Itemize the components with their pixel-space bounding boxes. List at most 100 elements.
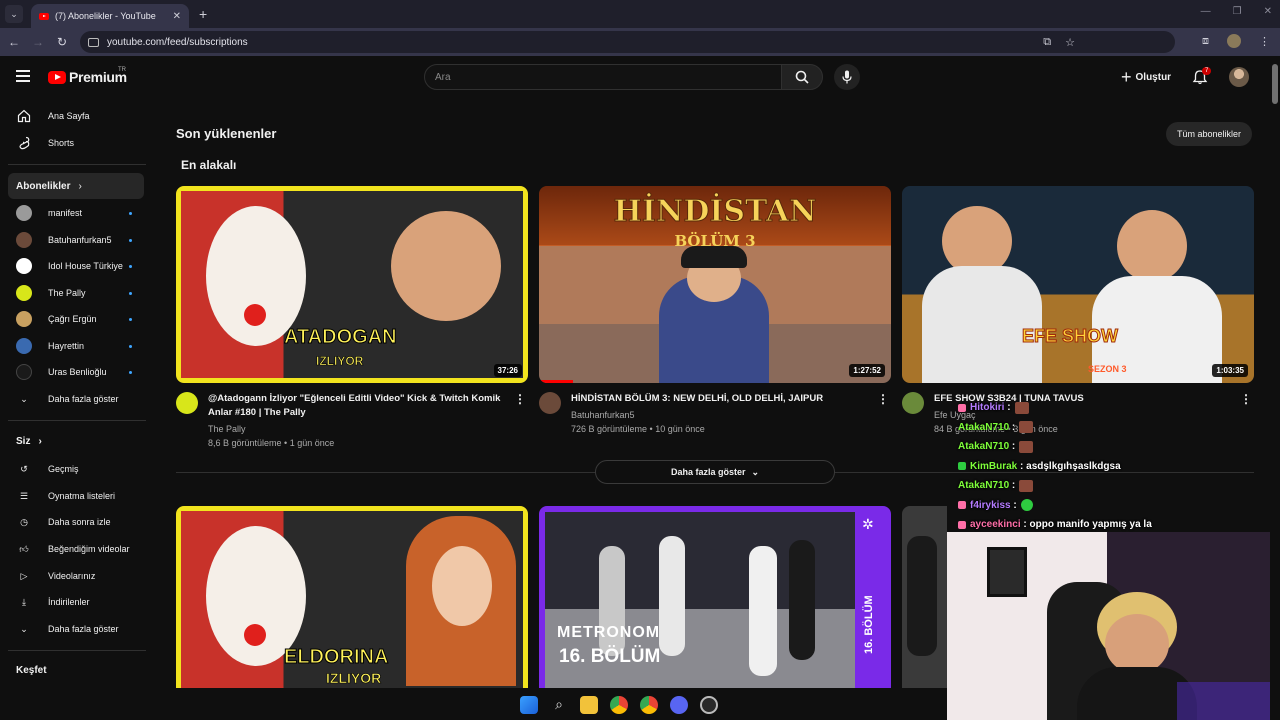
sidebar-you-heading[interactable]: Siz › [16,436,42,447]
sidebar-item-playlists[interactable]: ☰ Oynatma listeleri [8,483,144,509]
sidebar-item-watch-later[interactable]: ◷ Daha sonra izle [8,509,144,535]
channel-avatar[interactable] [539,392,561,414]
sidebar-divider [8,164,146,165]
app-icon[interactable] [700,696,718,714]
video-thumbnail[interactable]: ELDORINA IZLIYOR [176,506,528,688]
url-text: youtube.com/feed/subscriptions [107,36,248,48]
chrome-icon[interactable] [640,696,658,714]
sidebar-item-home[interactable]: Ana Sayfa [8,103,144,129]
search-button[interactable] [781,64,823,90]
page-scrollbar[interactable] [1270,56,1280,720]
sidebar-channel-batuhanfurkan5[interactable]: Batuhanfurkan5 [8,227,144,253]
all-subscriptions-button[interactable]: Tüm abonelikler [1166,122,1253,146]
sidebar-channel-the-pally[interactable]: The Pally [8,280,144,306]
close-window-icon[interactable]: ✕ [1264,6,1272,17]
site-info-icon[interactable] [88,37,99,47]
sidebar-show-more-subs[interactable]: ⌄ Daha fazla göster [8,386,144,412]
new-content-dot [129,239,132,242]
new-content-dot [129,345,132,348]
thumbnail-text: HİNDİSTAN [613,194,817,230]
restore-icon[interactable]: ❐ [1233,6,1242,17]
channel-avatar[interactable] [176,392,198,414]
browser-nav-bar: ← → ↻ youtube.com/feed/subscriptions ⧉ ☆… [0,28,1280,56]
video-thumbnail[interactable]: EFE SHOW SEZON 3 1:03:35 [902,186,1254,383]
extensions-icon[interactable]: ⧈ [1202,35,1209,48]
sidebar-divider [8,420,146,421]
windows-start-icon[interactable] [520,696,538,714]
watch-progress-bar [539,380,573,383]
video-title[interactable]: HİNDİSTAN BÖLÜM 3: NEW DELHİ, OLD DELHİ,… [571,392,879,406]
playlists-icon: ☰ [19,490,29,501]
metronom-logo-icon: ✲ [862,516,874,532]
chat-emote-icon [1019,421,1034,434]
more-actions-icon[interactable]: ⋮ [877,392,889,406]
video-thumbnail[interactable]: METRONOM 16. BÖLÜM ✲ 16. BÖLÜM [539,506,891,688]
bookmark-star-icon[interactable]: ☆ [1065,36,1075,49]
youtube-premium-logo[interactable]: Premium [48,69,127,85]
file-explorer-icon[interactable] [580,696,598,714]
history-icon: ↺ [20,463,28,474]
new-tab-button[interactable]: + [199,6,207,22]
discord-icon[interactable] [670,696,688,714]
streamer-face [1105,614,1169,674]
window-controls: — ❐ ✕ [1201,6,1272,17]
channel-name[interactable]: Batuhanfurkan5 [571,410,635,420]
browser-profile-avatar[interactable] [1227,34,1241,48]
new-content-dot [129,265,132,268]
more-actions-icon[interactable]: ⋮ [1240,392,1252,406]
channel-name[interactable]: The Pally [208,424,246,434]
scrollbar-thumb[interactable] [1272,64,1278,104]
browser-menu-icon[interactable]: ⋮ [1259,35,1270,48]
sidebar-channel-hayrettin[interactable]: Hayrettin [8,333,144,359]
video-thumbnail[interactable]: HİNDİSTAN BÖLÜM 3 1:27:52 [539,186,891,383]
sidebar-item-your-videos[interactable]: ▷ Videolarınız [8,563,144,589]
guide-menu-icon[interactable] [16,70,30,85]
chat-badge-icon [958,403,966,412]
chrome-icon[interactable] [610,696,628,714]
sidebar-item-liked-videos[interactable]: 👍︎ Beğendiğim videolar [8,536,144,562]
minimize-icon[interactable]: — [1201,6,1211,17]
channel-avatar[interactable] [902,392,924,414]
sidebar-item-shorts[interactable]: Shorts [8,130,144,156]
address-bar[interactable]: youtube.com/feed/subscriptions ⧉ ☆ [80,31,1175,53]
country-code: TR [118,67,126,73]
account-avatar[interactable] [1229,67,1249,87]
reload-button[interactable]: ↻ [50,35,74,49]
install-app-icon[interactable]: ⧉ [1043,36,1051,49]
sidebar-channel-idol-house[interactable]: Idol House Türkiye [8,253,144,279]
windows-taskbar: ⌕ [520,692,718,718]
video-duration: 1:27:52 [849,364,885,377]
more-actions-icon[interactable]: ⋮ [514,392,526,406]
chevron-down-icon: ⌄ [20,623,28,634]
show-more-button[interactable]: Daha fazla göster ⌄ [595,460,835,484]
search-icon[interactable]: ⌕ [550,696,568,714]
video-title[interactable]: @Atadogann İzliyor "Eğlenceli Editli Vid… [208,392,516,420]
back-button[interactable]: ← [2,35,26,49]
sidebar-show-more-you[interactable]: ⌄ Daha fazla göster [8,616,144,642]
video-thumbnail[interactable] [902,506,947,688]
video-thumbnail[interactable]: ATADOGAN IZLIYOR 37:26 [176,186,528,383]
create-button[interactable]: + Oluştur [1121,68,1171,86]
wall-poster [987,547,1027,597]
sidebar-item-history[interactable]: ↺ Geçmiş [8,456,144,482]
channel-avatar [16,311,32,327]
search-input[interactable]: Ara [424,64,782,90]
sidebar-channel-cagri-ergun[interactable]: Çağrı Ergün [8,306,144,332]
tab-title: (7) Abonelikler - YouTube [55,11,156,21]
tab-search-button[interactable]: ⌄ [5,5,23,23]
thumbnail-text: ATADOGAN [284,326,398,349]
close-tab-icon[interactable]: ✕ [173,11,181,22]
sidebar-channel-manifest[interactable]: manifest [8,200,144,226]
youtube-favicon-icon [39,12,49,20]
new-content-dot [129,292,132,295]
browser-tab-youtube[interactable]: (7) Abonelikler - YouTube ✕ [31,4,189,28]
voice-search-button[interactable] [834,64,860,90]
chat-message: AtakaN710 : [958,476,1158,496]
video-duration: 1:03:35 [1212,364,1248,377]
forward-button[interactable]: → [26,35,50,49]
sidebar-item-subscriptions[interactable]: Abonelikler › [8,173,144,199]
sidebar-channel-uras-benlioglu[interactable]: Uras Benlioğlu [8,359,144,385]
search-icon [795,70,809,84]
new-content-dot [129,371,132,374]
sidebar-item-downloads[interactable]: ⤓ İndirilenler [8,589,144,615]
